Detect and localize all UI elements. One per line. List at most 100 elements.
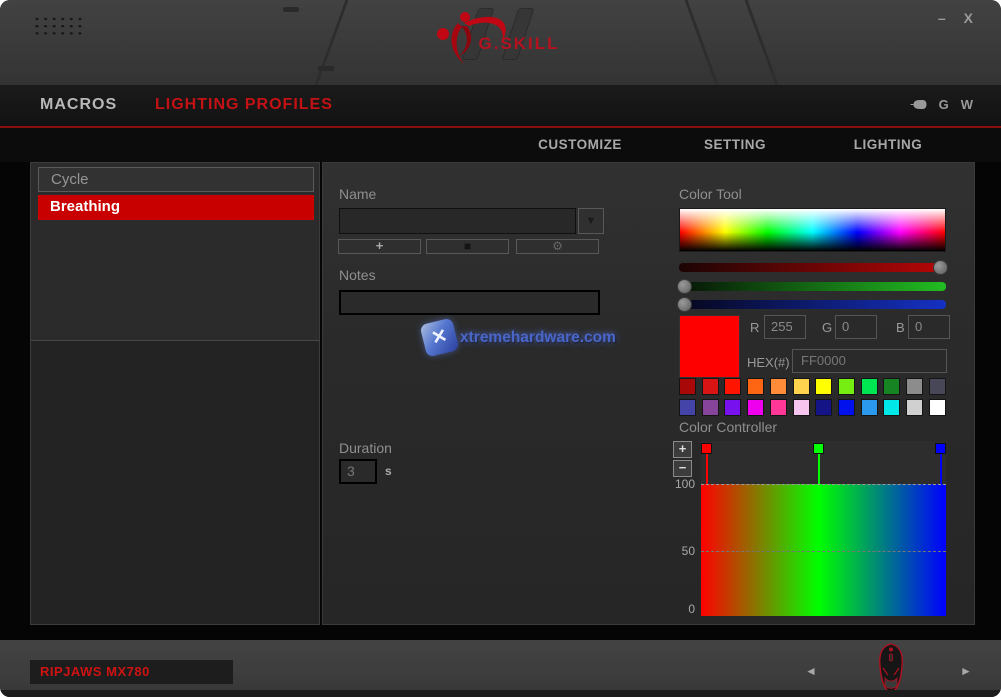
notes-input[interactable] [339, 290, 600, 315]
color-swatch[interactable] [861, 378, 878, 395]
gradient-stop-line [940, 454, 942, 484]
chrome-seam [745, 0, 779, 85]
subtab-customize[interactable]: CUSTOMIZE [538, 137, 622, 152]
color-swatch[interactable] [815, 378, 832, 395]
swatch-row-2 [679, 399, 946, 416]
gradient-stop-marker[interactable] [813, 443, 824, 484]
status-bar: RIPJAWS MX780 ◄ ► [0, 640, 1001, 697]
color-swatch[interactable] [906, 378, 923, 395]
color-swatch[interactable] [679, 378, 696, 395]
prev-device-arrow[interactable]: ◄ [805, 664, 817, 678]
gradient-stop-marker[interactable] [701, 443, 712, 484]
color-swatch[interactable] [861, 399, 878, 416]
swatch-row-1 [679, 378, 946, 395]
color-swatch[interactable] [702, 399, 719, 416]
color-swatch[interactable] [838, 399, 855, 416]
name-dropdown-button[interactable]: ▼ [578, 208, 604, 234]
device-name-badge: RIPJAWS MX780 [30, 660, 233, 684]
add-stop-button[interactable]: + [673, 441, 692, 458]
color-swatch[interactable] [906, 399, 923, 416]
tab-lighting-profiles[interactable]: LIGHTING PROFILES [155, 96, 333, 114]
color-swatch[interactable] [770, 378, 787, 395]
gradient-stop-line [818, 454, 820, 484]
w-mode-button[interactable]: W [961, 97, 973, 112]
hue-saturation-picker[interactable] [679, 208, 946, 252]
gradient-stop-square[interactable] [935, 443, 946, 454]
color-swatch[interactable] [883, 378, 900, 395]
gradient-stop-square[interactable] [701, 443, 712, 454]
gskill-logo: G.SKILL [431, 6, 571, 73]
gradient-stop-strip[interactable] [701, 441, 946, 484]
scale-label-100: 100 [665, 477, 695, 491]
color-swatch[interactable] [679, 399, 696, 416]
profile-item-breathing[interactable]: Breathing [38, 195, 314, 220]
notes-label: Notes [339, 267, 376, 283]
blue-slider[interactable] [679, 300, 946, 309]
profile-settings-button[interactable]: ⚙ [516, 239, 599, 254]
b-input[interactable]: 0 [908, 315, 950, 339]
name-label: Name [339, 186, 376, 202]
tab-macros[interactable]: MACROS [40, 96, 117, 114]
window-bottom-edge [0, 690, 1001, 697]
delete-profile-button[interactable]: ■ [426, 239, 509, 254]
chrome-seam [315, 0, 349, 85]
gradient-50-gridline [701, 551, 946, 552]
green-slider[interactable] [679, 282, 946, 291]
color-swatch[interactable] [815, 399, 832, 416]
color-controller-title: Color Controller [679, 419, 777, 435]
color-swatch[interactable] [702, 378, 719, 395]
watermark-text: xtremehardware.com [460, 329, 616, 347]
watermark: ✕ xtremehardware.com [423, 321, 616, 354]
gradient-stop-marker[interactable] [935, 443, 946, 484]
duration-unit: s [385, 464, 392, 478]
duration-input[interactable]: 3 [339, 459, 377, 484]
color-swatch[interactable] [770, 399, 787, 416]
color-swatch[interactable] [793, 399, 810, 416]
remove-stop-button[interactable]: − [673, 460, 692, 477]
profile-list: Cycle Breathing [31, 163, 319, 341]
gradient-stop-square[interactable] [813, 443, 824, 454]
sub-tab-bar: CUSTOMIZE SETTING LIGHTING [0, 128, 1001, 162]
b-label: B [896, 320, 905, 335]
color-swatch[interactable] [747, 399, 764, 416]
color-preview [679, 315, 740, 378]
hex-input[interactable]: FF0000 [792, 349, 947, 373]
color-gradient-canvas[interactable] [701, 484, 946, 616]
add-profile-button[interactable]: + [338, 239, 421, 254]
red-slider[interactable] [679, 263, 946, 272]
green-slider-handle[interactable] [677, 279, 692, 294]
color-swatch[interactable] [929, 399, 946, 416]
speaker-grille [33, 15, 85, 37]
chrome-notch [283, 7, 299, 12]
r-input[interactable]: 255 [764, 315, 806, 339]
duration-label: Duration [339, 440, 392, 456]
chrome-seam [685, 0, 719, 85]
main-tab-bar: MACROS LIGHTING PROFILES G W [0, 85, 1001, 126]
next-device-arrow[interactable]: ► [960, 664, 972, 678]
watermark-icon: ✕ [419, 317, 459, 357]
color-tool-title: Color Tool [679, 186, 742, 202]
subtab-lighting[interactable]: LIGHTING [854, 137, 923, 152]
gskill-logo-text: G.SKILL [479, 34, 560, 54]
color-swatch[interactable] [747, 378, 764, 395]
minimize-button[interactable]: – [938, 10, 946, 26]
subtab-setting[interactable]: SETTING [704, 137, 766, 152]
color-swatch[interactable] [724, 399, 741, 416]
title-bar: G.SKILL – X [0, 0, 1001, 85]
color-swatch[interactable] [838, 378, 855, 395]
close-button[interactable]: X [964, 10, 973, 26]
color-swatch[interactable] [883, 399, 900, 416]
g-input[interactable]: 0 [835, 315, 877, 339]
color-swatch[interactable] [929, 378, 946, 395]
color-swatch[interactable] [793, 378, 810, 395]
profile-item-cycle[interactable]: Cycle [38, 167, 314, 192]
g-mode-button[interactable]: G [939, 97, 949, 112]
name-input[interactable] [339, 208, 576, 234]
scale-label-0: 0 [665, 602, 695, 616]
blue-slider-handle[interactable] [677, 297, 692, 312]
red-slider-handle[interactable] [933, 260, 948, 275]
device-mouse-icon[interactable] [872, 642, 910, 697]
g-label: G [822, 320, 832, 335]
color-swatch[interactable] [724, 378, 741, 395]
mouse-device-icon[interactable] [910, 99, 927, 110]
